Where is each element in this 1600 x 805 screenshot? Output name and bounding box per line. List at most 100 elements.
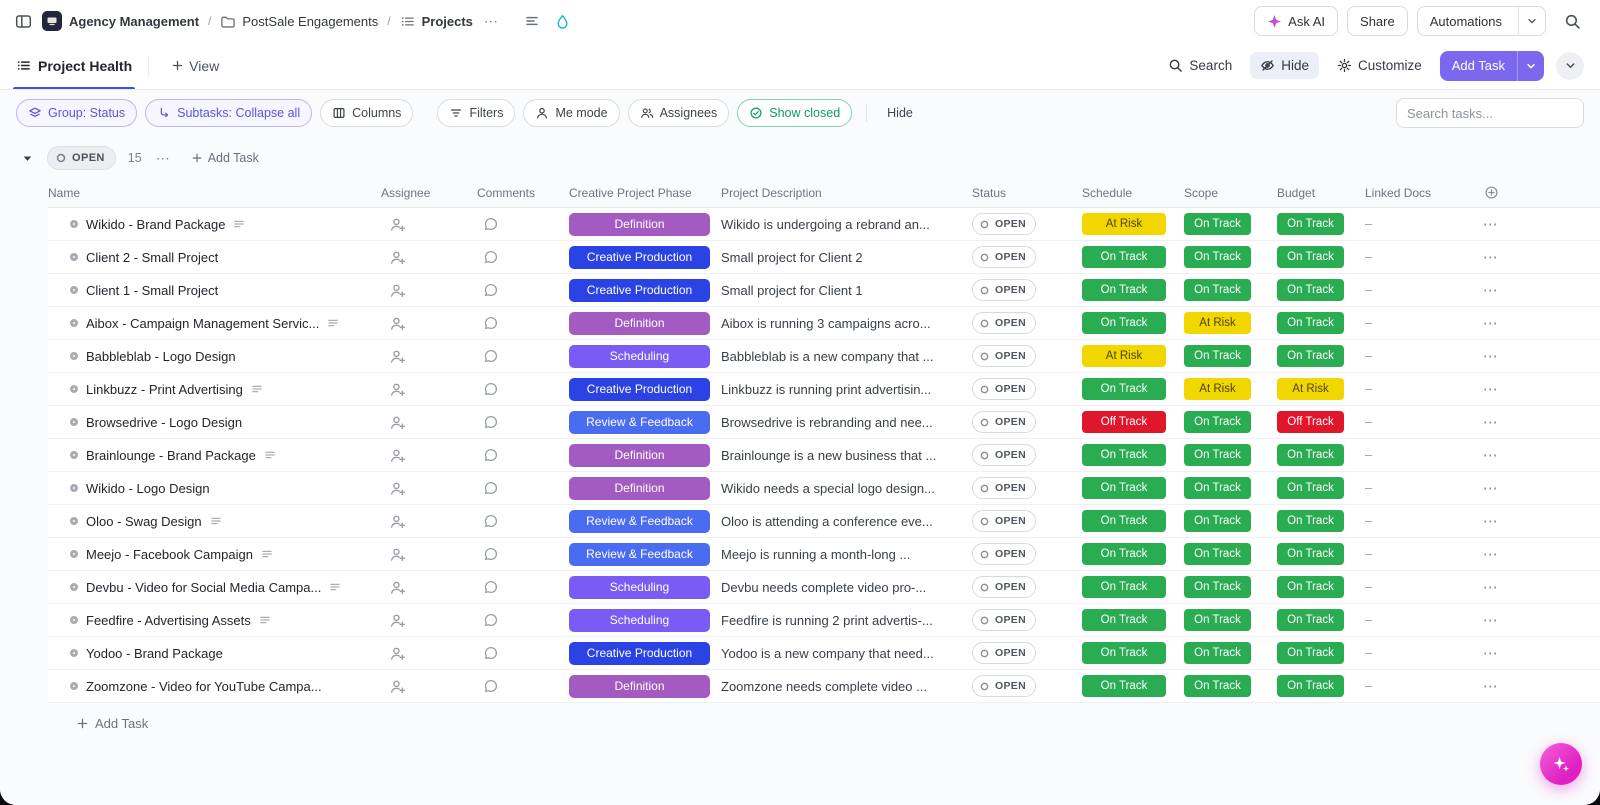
project-description[interactable]: Feedfire is running 2 print advertis-... bbox=[721, 613, 972, 628]
breadcrumb-workspace[interactable]: Agency Management bbox=[69, 14, 199, 29]
assignee-cell[interactable] bbox=[381, 480, 477, 497]
assignee-cell[interactable] bbox=[381, 216, 477, 233]
project-description[interactable]: Yodoo is a new company that need... bbox=[721, 646, 972, 661]
phase-pill[interactable]: Scheduling bbox=[569, 344, 710, 368]
ai-assistant-fab[interactable] bbox=[1540, 743, 1582, 785]
row-more-button[interactable]: ⋯ bbox=[1477, 478, 1506, 498]
group-add-task-button[interactable]: Add Task bbox=[185, 150, 265, 166]
comments-cell[interactable] bbox=[477, 546, 569, 562]
columns-button[interactable]: Columns bbox=[320, 99, 414, 127]
schedule-pill[interactable]: On Track bbox=[1082, 510, 1166, 532]
table-row[interactable]: Yodoo - Brand Package Creative Productio… bbox=[48, 637, 1600, 670]
schedule-pill[interactable]: On Track bbox=[1082, 543, 1166, 565]
project-description[interactable]: Wikido is undergoing a rebrand an... bbox=[721, 217, 972, 232]
task-name[interactable]: Brainlounge - Brand Package bbox=[86, 448, 256, 463]
scope-pill[interactable]: On Track bbox=[1184, 543, 1251, 565]
status-badge[interactable]: OPEN bbox=[972, 510, 1036, 532]
task-name[interactable]: Client 2 - Small Project bbox=[86, 250, 218, 265]
table-row[interactable]: Linkbuzz - Print Advertising Creative Pr… bbox=[48, 373, 1600, 406]
column-header-linked-docs[interactable]: Linked Docs bbox=[1365, 186, 1461, 200]
budget-pill[interactable]: On Track bbox=[1277, 609, 1344, 631]
scope-pill[interactable]: On Track bbox=[1184, 510, 1251, 532]
table-row[interactable]: Wikido - Logo Design Definition Wikido n… bbox=[48, 472, 1600, 505]
table-row[interactable]: Zoomzone - Video for YouTube Campa... De… bbox=[48, 670, 1600, 703]
scope-pill[interactable]: At Risk bbox=[1184, 312, 1251, 334]
search-tasks-input[interactable] bbox=[1396, 98, 1584, 128]
table-row[interactable]: Aibox - Campaign Management Servic... De… bbox=[48, 307, 1600, 340]
row-more-button[interactable]: ⋯ bbox=[1477, 412, 1506, 432]
status-badge[interactable]: OPEN bbox=[972, 444, 1036, 466]
status-badge[interactable]: OPEN bbox=[972, 213, 1036, 235]
table-row[interactable]: Oloo - Swag Design Review & Feedback Olo… bbox=[48, 505, 1600, 538]
phase-pill[interactable]: Scheduling bbox=[569, 575, 710, 599]
comments-cell[interactable] bbox=[477, 579, 569, 595]
task-name[interactable]: Wikido - Brand Package bbox=[86, 217, 225, 232]
table-row[interactable]: Meejo - Facebook Campaign Review & Feedb… bbox=[48, 538, 1600, 571]
phase-pill[interactable]: Definition bbox=[569, 674, 710, 698]
topbar-search-button[interactable] bbox=[1561, 10, 1584, 33]
status-badge[interactable]: OPEN bbox=[972, 543, 1036, 565]
row-more-button[interactable]: ⋯ bbox=[1477, 643, 1506, 663]
budget-pill[interactable]: On Track bbox=[1277, 543, 1344, 565]
project-description[interactable]: Aibox is running 3 campaigns acro... bbox=[721, 316, 972, 331]
budget-pill[interactable]: On Track bbox=[1277, 246, 1344, 268]
row-more-button[interactable]: ⋯ bbox=[1477, 280, 1506, 300]
assignee-cell[interactable] bbox=[381, 612, 477, 629]
breadcrumb-more-button[interactable]: ⋯ bbox=[480, 11, 503, 32]
scope-pill[interactable]: On Track bbox=[1184, 609, 1251, 631]
comments-cell[interactable] bbox=[477, 381, 569, 397]
status-badge[interactable]: OPEN bbox=[972, 411, 1036, 433]
row-more-button[interactable]: ⋯ bbox=[1477, 610, 1506, 630]
status-badge[interactable]: OPEN bbox=[972, 345, 1036, 367]
assignee-cell[interactable] bbox=[381, 348, 477, 365]
column-header-schedule[interactable]: Schedule bbox=[1082, 186, 1184, 200]
task-name[interactable]: Yodoo - Brand Package bbox=[86, 646, 223, 661]
chevron-down-icon[interactable] bbox=[1518, 7, 1545, 35]
scope-pill[interactable]: On Track bbox=[1184, 477, 1251, 499]
comments-cell[interactable] bbox=[477, 216, 569, 232]
add-column-button[interactable] bbox=[1484, 185, 1499, 200]
view-search-button[interactable]: Search bbox=[1162, 52, 1238, 79]
comments-cell[interactable] bbox=[477, 645, 569, 661]
phase-pill[interactable]: Definition bbox=[569, 212, 710, 236]
table-row[interactable]: Feedfire - Advertising Assets Scheduling… bbox=[48, 604, 1600, 637]
assignee-cell[interactable] bbox=[381, 315, 477, 332]
schedule-pill[interactable]: On Track bbox=[1082, 312, 1166, 334]
schedule-pill[interactable]: On Track bbox=[1082, 675, 1166, 697]
subtasks-button[interactable]: Subtasks: Collapse all bbox=[145, 99, 313, 127]
status-badge[interactable]: OPEN bbox=[972, 642, 1036, 664]
table-row[interactable]: Wikido - Brand Package Definition Wikido… bbox=[48, 208, 1600, 241]
task-name[interactable]: Oloo - Swag Design bbox=[86, 514, 202, 529]
schedule-pill[interactable]: On Track bbox=[1082, 576, 1166, 598]
task-name[interactable]: Feedfire - Advertising Assets bbox=[86, 613, 251, 628]
group-more-button[interactable]: ⋯ bbox=[154, 150, 173, 167]
row-more-button[interactable]: ⋯ bbox=[1477, 346, 1506, 366]
comments-cell[interactable] bbox=[477, 249, 569, 265]
scope-pill[interactable]: On Track bbox=[1184, 213, 1251, 235]
scope-pill[interactable]: On Track bbox=[1184, 279, 1251, 301]
assignee-cell[interactable] bbox=[381, 645, 477, 662]
task-name[interactable]: Devbu - Video for Social Media Campa... bbox=[86, 580, 321, 595]
row-more-button[interactable]: ⋯ bbox=[1477, 676, 1506, 696]
add-task-dropdown[interactable] bbox=[1517, 50, 1544, 81]
filters-button[interactable]: Filters bbox=[437, 99, 516, 127]
task-status-circle[interactable] bbox=[70, 550, 78, 558]
row-more-button[interactable]: ⋯ bbox=[1477, 247, 1506, 267]
phase-pill[interactable]: Scheduling bbox=[569, 608, 710, 632]
task-status-circle[interactable] bbox=[70, 517, 78, 525]
project-description[interactable]: Zoomzone needs complete video ... bbox=[721, 679, 972, 694]
task-name[interactable]: Wikido - Logo Design bbox=[86, 481, 210, 496]
project-description[interactable]: Brainlounge is a new business that ... bbox=[721, 448, 972, 463]
status-badge[interactable]: OPEN bbox=[972, 477, 1036, 499]
phase-pill[interactable]: Definition bbox=[569, 476, 710, 500]
assignee-cell[interactable] bbox=[381, 447, 477, 464]
comments-cell[interactable] bbox=[477, 447, 569, 463]
group-status-badge[interactable]: OPEN bbox=[47, 146, 116, 170]
toolbar-hide-button[interactable]: Hide bbox=[881, 105, 919, 121]
add-view-button[interactable]: View bbox=[165, 57, 225, 75]
task-status-circle[interactable] bbox=[70, 451, 78, 459]
schedule-pill[interactable]: On Track bbox=[1082, 279, 1166, 301]
task-status-circle[interactable] bbox=[70, 616, 78, 624]
phase-pill[interactable]: Definition bbox=[569, 311, 710, 335]
row-more-button[interactable]: ⋯ bbox=[1477, 313, 1506, 333]
